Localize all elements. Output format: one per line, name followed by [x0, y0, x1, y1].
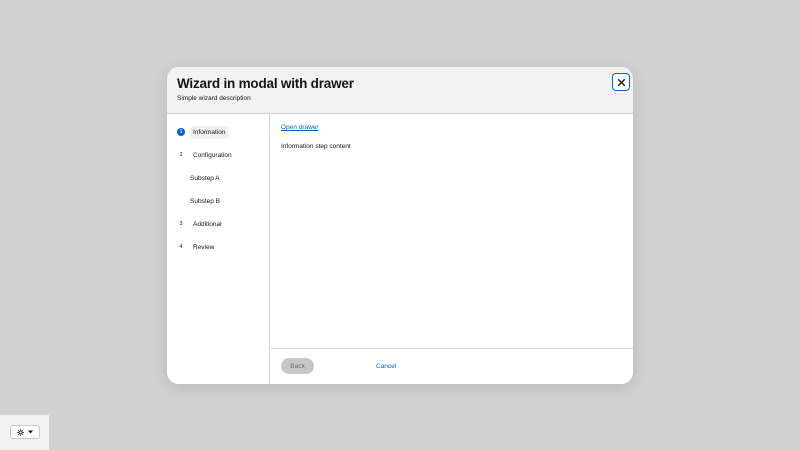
close-icon	[617, 78, 625, 86]
wizard-modal: Wizard in modal with drawer Simple wizar…	[167, 67, 633, 384]
nav-step-information[interactable]: 1 Information	[177, 125, 229, 139]
step-number: 4	[179, 244, 183, 250]
nav-step-additional[interactable]: 3 Additional	[177, 217, 225, 231]
theme-toggle-button[interactable]	[10, 425, 40, 439]
wizard-footer: Back Cancel	[271, 348, 633, 384]
close-button[interactable]	[612, 73, 630, 91]
nav-step-label: Review	[193, 243, 215, 251]
nav-step-label: Information	[190, 125, 229, 139]
modal-description: Simple wizard description	[177, 95, 251, 102]
step-number: 2	[179, 152, 183, 158]
caret-down-icon	[28, 430, 33, 434]
wizard-body: Open drawer Information step content	[271, 114, 633, 348]
nav-step-label: Configuration	[193, 151, 232, 159]
cancel-button[interactable]: Cancel	[376, 358, 396, 374]
wizard-nav: 1 Information 2 Configuration Substep A …	[167, 114, 270, 384]
back-button[interactable]: Back	[281, 358, 314, 374]
open-drawer-link[interactable]: Open drawer	[281, 124, 319, 131]
nav-substep-b[interactable]: Substep B	[190, 194, 220, 208]
nav-step-configuration[interactable]: 2 Configuration	[177, 148, 235, 162]
modal-header: Wizard in modal with drawer Simple wizar…	[167, 67, 633, 114]
step-number: 3	[179, 221, 183, 227]
nav-step-review[interactable]: 4 Review	[177, 240, 217, 254]
nav-step-label: Additional	[193, 220, 222, 228]
theme-panel	[0, 415, 49, 450]
step-number: 1	[177, 128, 185, 136]
nav-substep-a[interactable]: Substep A	[190, 171, 220, 185]
sun-icon	[17, 428, 24, 436]
step-content: Information step content	[281, 143, 351, 150]
modal-title: Wizard in modal with drawer	[177, 76, 354, 91]
